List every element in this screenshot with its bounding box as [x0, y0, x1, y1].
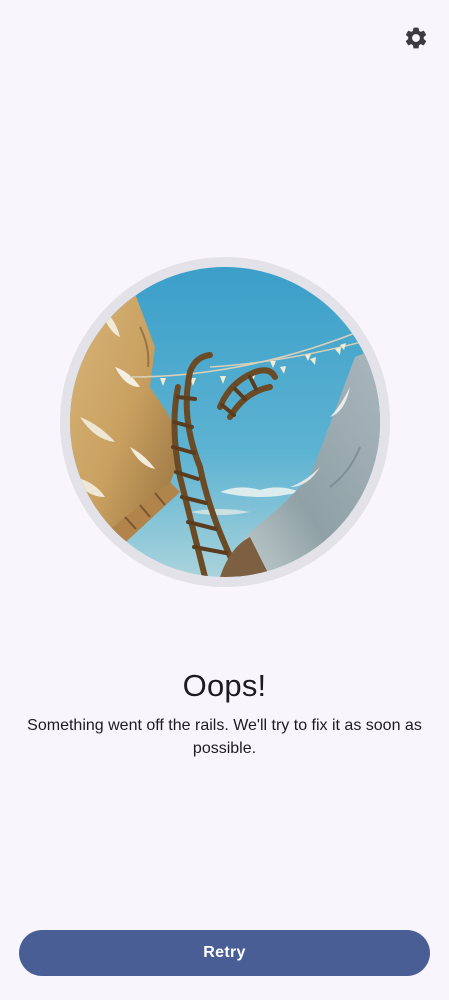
illustration-frame — [60, 257, 390, 587]
retry-button[interactable]: Retry — [19, 930, 430, 976]
error-title: Oops! — [182, 668, 267, 703]
error-message: Something went off the rails. We'll try … — [27, 717, 422, 757]
error-screen: Oops! Something went off the rails. We'l… — [0, 0, 449, 1000]
settings-button[interactable] — [400, 22, 432, 54]
gear-icon — [405, 27, 427, 49]
derailed-rollercoaster-illustration — [70, 267, 380, 577]
illustration-art — [70, 267, 380, 577]
